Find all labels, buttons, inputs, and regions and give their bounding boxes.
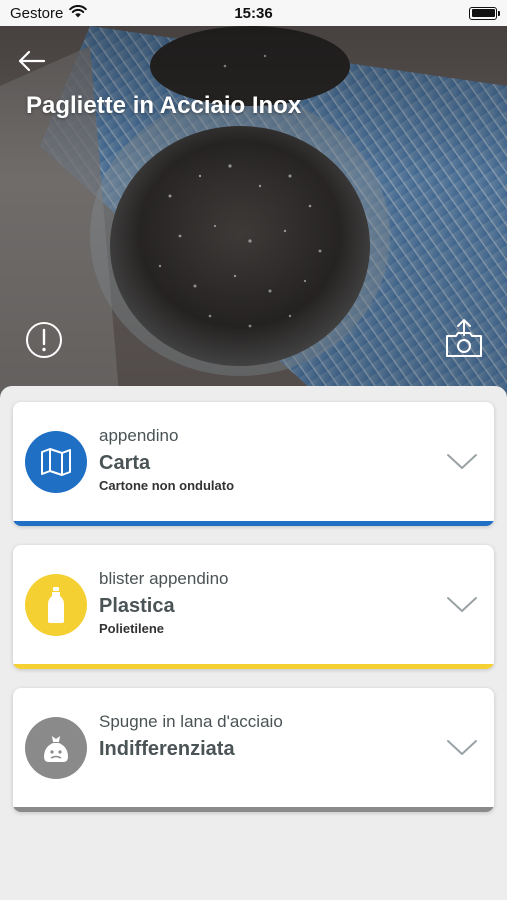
card-text: appendino Carta Cartone non ondulato xyxy=(99,426,434,493)
report-button[interactable] xyxy=(24,320,64,360)
material-detail: Cartone non ondulato xyxy=(99,478,235,493)
disposal-card-indifferenziata[interactable]: Spugne in lana d'acciaio Indifferenziata xyxy=(13,688,494,812)
chevron-down-icon xyxy=(447,597,477,612)
chevron-down-icon xyxy=(447,740,477,755)
bottle-icon xyxy=(25,574,87,636)
status-bar: Gestore 15:36 xyxy=(0,0,507,26)
camera-share-button[interactable] xyxy=(444,318,484,360)
card-color-bar xyxy=(13,521,494,526)
material-type: Indifferenziata xyxy=(99,738,235,760)
carrier-label: Gestore xyxy=(10,4,64,22)
hero-image: Pagliette in Acciaio Inox xyxy=(0,26,507,406)
chevron-down-icon xyxy=(447,454,477,469)
material-type: Carta xyxy=(99,452,151,474)
arrow-left-icon xyxy=(18,50,46,72)
material-detail: Polietilene xyxy=(99,621,165,636)
disposal-card-plastica[interactable]: blister appendino Plastica Polietilene xyxy=(13,545,494,669)
battery-icon xyxy=(469,6,500,20)
hero-shade xyxy=(0,26,507,406)
component-label: blister appendino xyxy=(99,569,229,588)
back-button[interactable] xyxy=(14,46,50,76)
page-title: Pagliette in Acciaio Inox xyxy=(26,92,302,119)
alert-circle-icon xyxy=(26,322,62,358)
card-color-bar xyxy=(13,664,494,669)
disposal-sheet: appendino Carta Cartone non ondulato bli… xyxy=(0,386,507,900)
disposal-card-carta[interactable]: appendino Carta Cartone non ondulato xyxy=(13,402,494,526)
card-text: blister appendino Plastica Polietilene xyxy=(99,569,434,636)
card-text: Spugne in lana d'acciaio Indifferenziata xyxy=(99,712,434,761)
status-left: Gestore xyxy=(10,4,88,22)
camera-upload-icon xyxy=(446,319,482,357)
card-color-bar xyxy=(13,807,494,812)
wifi-icon xyxy=(69,4,88,22)
material-type: Plastica xyxy=(99,595,175,617)
component-label: Spugne in lana d'acciaio xyxy=(99,712,283,731)
trash-bag-icon xyxy=(25,717,87,779)
map-icon xyxy=(25,431,87,493)
component-label: appendino xyxy=(99,426,179,445)
